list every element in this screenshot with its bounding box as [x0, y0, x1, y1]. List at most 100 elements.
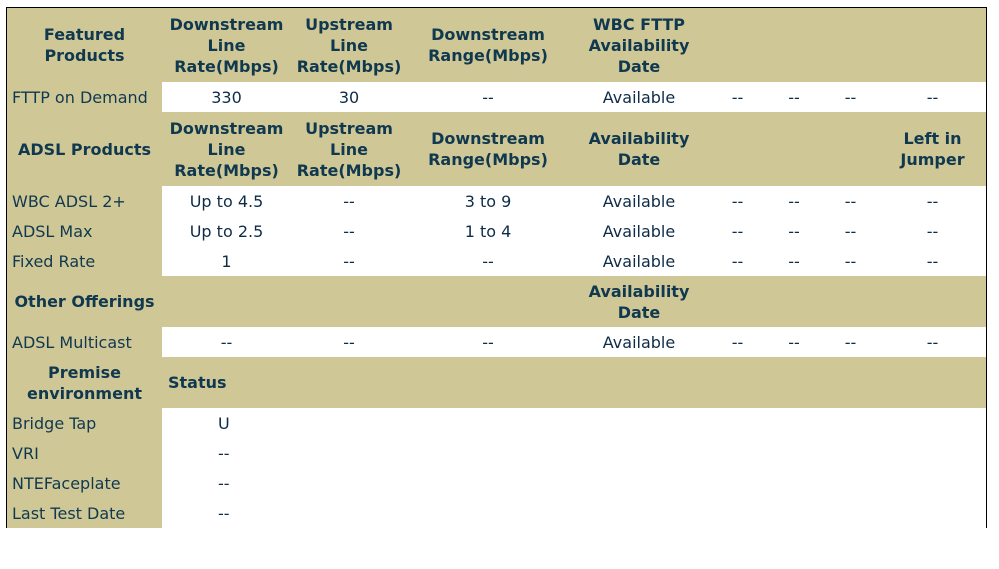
table-cell: Available	[569, 82, 709, 112]
table-row: NTEFaceplate --	[7, 468, 986, 498]
table-cell: --	[291, 186, 407, 216]
table-cell: 30	[291, 82, 407, 112]
empty-cell	[879, 468, 986, 498]
table-cell: --	[407, 327, 569, 357]
table-cell: Available	[569, 186, 709, 216]
row-label: NTEFaceplate	[7, 468, 162, 498]
adsl-header-cell: Left in Jumper	[879, 112, 986, 186]
premise-header-filler	[766, 357, 822, 408]
table-cell: --	[162, 438, 291, 468]
other-header-cell	[162, 276, 291, 327]
featured-header-cell: WBC FTTP Availability Date	[569, 8, 709, 82]
premise-header-cell: Status	[162, 357, 291, 408]
row-label: Last Test Date	[7, 498, 162, 528]
other-header-cell	[709, 276, 766, 327]
table-cell: --	[162, 327, 291, 357]
premise-header-filler	[822, 357, 879, 408]
table-cell: --	[709, 327, 766, 357]
adsl-header-cell	[709, 112, 766, 186]
premise-header-filler	[291, 357, 407, 408]
other-header-cell	[766, 276, 822, 327]
table-cell: --	[162, 498, 291, 528]
table-row: FTTP on Demand 330 30 -- Available -- -- -- --	[7, 82, 986, 112]
empty-cell	[766, 468, 822, 498]
table-cell: --	[879, 82, 986, 112]
table-cell: Available	[569, 216, 709, 246]
featured-header-cell: Upstream Line Rate(Mbps)	[291, 8, 407, 82]
adsl-header-cell: Downstream Line Rate(Mbps)	[162, 112, 291, 186]
row-label: VRI	[7, 438, 162, 468]
adsl-header-row: ADSL Products Downstream Line Rate(Mbps) U…	[7, 112, 986, 186]
table-cell: --	[766, 216, 822, 246]
premise-header-row: Premise environment Status	[7, 357, 986, 408]
table-cell: --	[822, 327, 879, 357]
table-cell: --	[879, 216, 986, 246]
empty-cell	[709, 498, 766, 528]
line-info-panel: Featured Products Downstream Line Rate(Mb…	[6, 7, 987, 528]
table-cell: --	[822, 216, 879, 246]
premise-header-filler	[407, 357, 569, 408]
table-cell: --	[709, 216, 766, 246]
empty-cell	[291, 498, 407, 528]
table-row: WBC ADSL 2+ Up to 4.5 -- 3 to 9 Available -- -…	[7, 186, 986, 216]
empty-cell	[822, 438, 879, 468]
table-cell: --	[162, 468, 291, 498]
featured-header-row: Featured Products Downstream Line Rate(Mb…	[7, 8, 986, 82]
table-row: ADSL Multicast -- -- -- Available -- -- -- --	[7, 327, 986, 357]
premise-header-cell: Premise environment	[7, 357, 162, 408]
other-header-cell	[822, 276, 879, 327]
empty-cell	[569, 468, 709, 498]
table-cell: Up to 4.5	[162, 186, 291, 216]
table-cell: --	[407, 246, 569, 276]
table-body: Featured Products Downstream Line Rate(Mb…	[7, 8, 986, 528]
empty-cell	[407, 498, 569, 528]
featured-header-cell	[822, 8, 879, 82]
adsl-header-cell: Downstream Range(Mbps)	[407, 112, 569, 186]
table-cell: --	[766, 246, 822, 276]
table-cell: --	[879, 246, 986, 276]
row-label: ADSL Max	[7, 216, 162, 246]
table-cell: Available	[569, 327, 709, 357]
empty-cell	[709, 438, 766, 468]
empty-cell	[569, 438, 709, 468]
table-cell: --	[407, 82, 569, 112]
row-label: Fixed Rate	[7, 246, 162, 276]
empty-cell	[291, 468, 407, 498]
adsl-header-cell: Availability Date	[569, 112, 709, 186]
table-cell: --	[766, 327, 822, 357]
table-cell: --	[766, 82, 822, 112]
empty-cell	[569, 498, 709, 528]
adsl-header-cell: ADSL Products	[7, 112, 162, 186]
featured-header-cell: Downstream Range(Mbps)	[407, 8, 569, 82]
empty-cell	[822, 498, 879, 528]
empty-cell	[291, 438, 407, 468]
table-cell: --	[709, 82, 766, 112]
featured-header-cell: Featured Products	[7, 8, 162, 82]
table-cell: --	[822, 186, 879, 216]
adsl-header-cell: Upstream Line Rate(Mbps)	[291, 112, 407, 186]
table-row: VRI --	[7, 438, 986, 468]
table-row: ADSL Max Up to 2.5 -- 1 to 4 Available -- -- --…	[7, 216, 986, 246]
table-row: Fixed Rate 1 -- -- Available -- -- -- --	[7, 246, 986, 276]
row-label: ADSL Multicast	[7, 327, 162, 357]
empty-cell	[822, 408, 879, 438]
empty-cell	[822, 468, 879, 498]
empty-cell	[407, 438, 569, 468]
table-cell: --	[291, 246, 407, 276]
other-header-cell	[879, 276, 986, 327]
table-row: Last Test Date --	[7, 498, 986, 528]
empty-cell	[709, 468, 766, 498]
other-header-cell	[291, 276, 407, 327]
table-cell: 3 to 9	[407, 186, 569, 216]
premise-header-filler	[879, 357, 986, 408]
featured-header-cell	[879, 8, 986, 82]
table-row: Bridge Tap U	[7, 408, 986, 438]
table-cell: --	[822, 246, 879, 276]
featured-header-cell: Downstream Line Rate(Mbps)	[162, 8, 291, 82]
empty-cell	[407, 408, 569, 438]
table-cell: Up to 2.5	[162, 216, 291, 246]
table-cell: --	[291, 216, 407, 246]
table-cell: --	[822, 82, 879, 112]
other-header-row: Other Offerings Availability Date	[7, 276, 986, 327]
table-cell: 1	[162, 246, 291, 276]
